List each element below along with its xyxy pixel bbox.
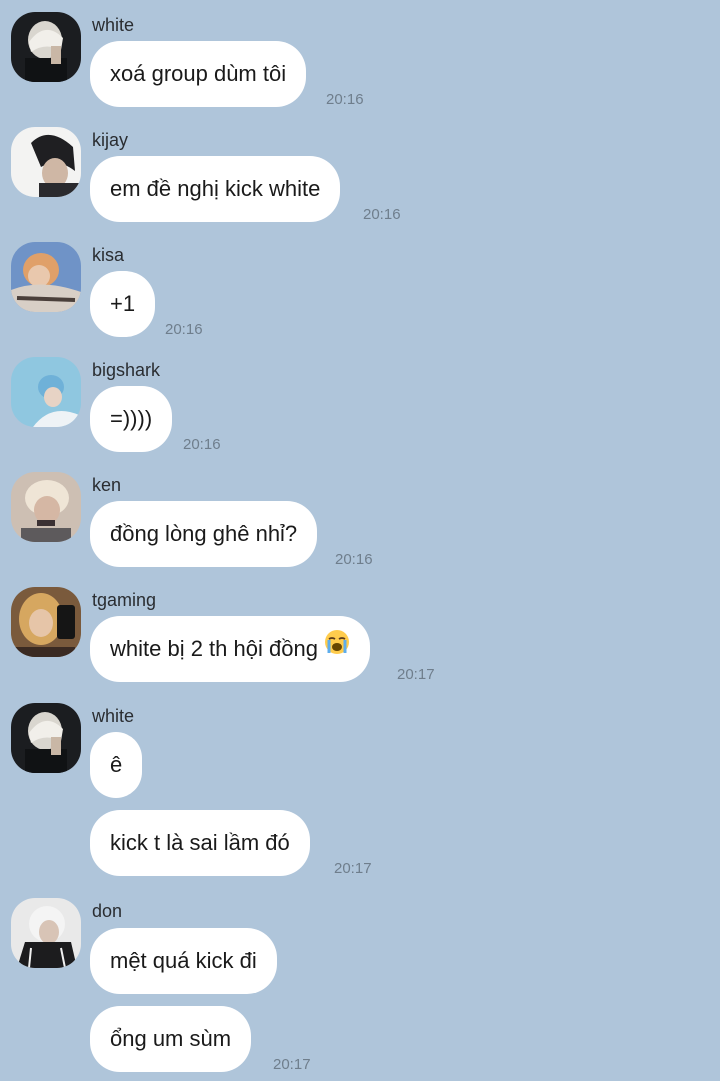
sender-name: white: [92, 706, 135, 726]
message-bubble[interactable]: kick t là sai lầm đó: [90, 810, 310, 876]
message-bubble[interactable]: mệt quá kick đi: [90, 928, 277, 994]
avatar[interactable]: [11, 12, 81, 82]
avatar[interactable]: [11, 587, 81, 657]
avatar[interactable]: [11, 242, 81, 312]
message-text: white bị 2 th hội đồng: [110, 636, 318, 661]
message-timestamp: 20:17: [397, 666, 435, 683]
sender-name: white: [92, 15, 135, 35]
message-bubble[interactable]: +1: [90, 271, 156, 337]
sender-name: bigshark: [92, 360, 161, 380]
avatar[interactable]: [11, 703, 81, 773]
message-timestamp: 20:17: [273, 1056, 311, 1073]
message-timestamp: 20:16: [363, 206, 401, 223]
message-timestamp: 20:17: [334, 860, 372, 877]
sender-name: don: [92, 901, 123, 921]
avatar[interactable]: [11, 472, 81, 542]
chat-area[interactable]: white xoá group dùm tôi 20:16 kijay em đ…: [0, 0, 720, 1081]
message-timestamp: 20:16: [183, 436, 221, 453]
message-bubble[interactable]: đồng lòng ghê nhỉ?: [90, 501, 318, 567]
message-bubble[interactable]: ổng um sùm: [90, 1006, 252, 1072]
message-bubble[interactable]: white bị 2 th hội đồng: [90, 616, 370, 682]
avatar[interactable]: [11, 357, 81, 427]
sender-name: ken: [92, 475, 122, 495]
avatar[interactable]: [11, 898, 81, 968]
message-timestamp: 20:16: [335, 551, 373, 568]
message-bubble[interactable]: em đề nghị kick white: [90, 156, 341, 222]
sender-name: tgaming: [92, 590, 157, 610]
loudly-crying-face-emoji: [324, 615, 350, 681]
message-bubble[interactable]: xoá group dùm tôi: [90, 41, 307, 107]
sender-name: kisa: [92, 245, 125, 265]
message-timestamp: 20:16: [326, 91, 364, 108]
message-bubble[interactable]: =)))): [90, 386, 173, 452]
sender-name: kijay: [92, 130, 129, 150]
avatar[interactable]: [11, 127, 81, 197]
message-timestamp: 20:16: [165, 321, 203, 338]
message-bubble[interactable]: ê: [90, 732, 143, 798]
